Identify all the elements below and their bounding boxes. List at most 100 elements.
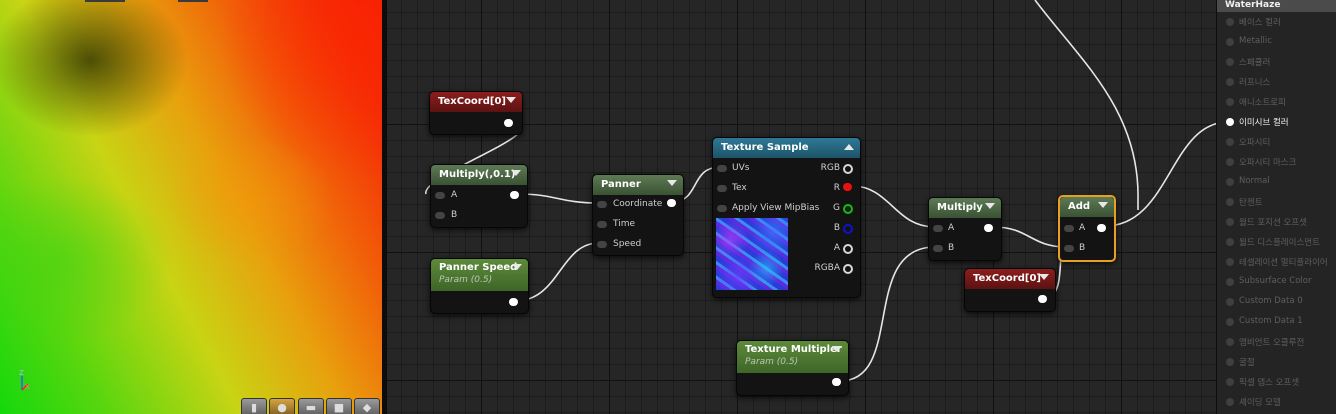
output-pin-rgba[interactable] [843,264,853,274]
material-input-label: 애니소트로피 [1239,98,1286,108]
output-pin[interactable] [832,378,841,386]
node-multiply-0-1[interactable]: Multiply(,0.1) A B [430,164,528,228]
input-pin[interactable] [1226,238,1234,246]
chevron-down-icon[interactable] [1098,202,1108,208]
chevron-down-icon[interactable] [512,264,522,270]
material-input-row[interactable]: 탄젠트 [1217,192,1336,212]
material-input-label: 셰이딩 모델 [1239,398,1281,408]
material-input-label: Metallic [1239,36,1272,46]
node-texcoord-bottom[interactable]: TexCoord[0] [964,268,1056,312]
input-pin[interactable] [1226,78,1234,86]
output-pin[interactable] [984,224,993,232]
input-pin[interactable] [1226,358,1234,366]
material-input-row[interactable]: 굴절 [1217,352,1336,372]
material-input-row[interactable]: 월드 포지션 오프셋 [1217,212,1336,232]
input-pin-a[interactable] [933,225,943,232]
input-pin[interactable] [1226,158,1234,166]
output-pin-r[interactable] [843,183,852,191]
preview-sphere-button[interactable]: ● [269,398,295,414]
input-pin[interactable] [1226,38,1234,46]
material-input-row[interactable]: 베이스 컬러 [1217,12,1336,32]
input-pin-tex[interactable] [717,185,727,192]
material-input-label: 베이스 컬러 [1239,18,1281,28]
node-panner[interactable]: Panner Coordinate Time Speed [592,174,684,256]
material-input-row[interactable]: 이미시브 컬러 [1217,112,1336,132]
input-pin-b[interactable] [1064,245,1074,252]
material-preview-viewport[interactable]: Z X ▮ ● ▬ ■ ◆ [0,0,382,414]
node-texture-sample[interactable]: Texture Sample UVs Tex Apply View MipBia… [712,137,861,298]
pin-label: Tex [732,183,747,193]
pin-label: UVs [732,163,750,173]
node-texture-multiplier[interactable]: Texture Multipler Param (0.5) [736,340,849,396]
material-input-row[interactable]: 월드 디스플레이스먼트 [1217,232,1336,252]
input-pin[interactable] [1226,178,1234,186]
output-pin-b[interactable] [843,224,853,234]
node-panner-speed[interactable]: Panner Speed Param (0.5) [430,258,529,314]
output-pin[interactable] [1038,295,1047,303]
output-pin[interactable] [667,199,676,207]
preview-custom-mesh-button[interactable]: ◆ [354,398,380,414]
material-input-row[interactable]: 테셀레이션 멀티플라이어 [1217,252,1336,272]
material-input-label: Subsurface Color [1239,276,1312,286]
input-pin[interactable] [1226,258,1234,266]
input-pin[interactable] [1226,18,1234,26]
chevron-down-icon[interactable] [511,170,521,176]
input-pin[interactable] [1226,338,1234,346]
input-pin-mipbias[interactable] [717,205,727,212]
output-pin[interactable] [1097,224,1106,232]
input-pin[interactable] [1226,378,1234,386]
output-pin[interactable] [504,119,513,127]
preview-plane-button[interactable]: ▬ [298,398,324,414]
chevron-down-icon[interactable] [667,180,677,186]
input-pin[interactable] [1226,98,1234,106]
material-result-node[interactable]: WaterHaze 베이스 컬러 Metallic 스페큘러 러프니스 애니소트로피 이미… [1216,0,1336,414]
chevron-down-icon[interactable] [506,97,516,103]
node-texcoord-top[interactable]: TexCoord[0] [429,91,523,135]
material-input-row[interactable]: Subsurface Color [1217,272,1336,292]
input-pin[interactable] [1226,398,1234,406]
input-pin-b[interactable] [435,212,445,219]
input-pin[interactable] [1226,138,1234,146]
output-pin-rgb[interactable] [843,164,853,174]
material-input-row[interactable]: 러프니스 [1217,72,1336,92]
chevron-down-icon[interactable] [1039,274,1049,280]
input-pin-coordinate[interactable] [597,201,607,208]
output-pin[interactable] [509,298,518,306]
input-pin[interactable] [1226,58,1234,66]
material-input-row[interactable]: 오파시티 [1217,132,1336,152]
input-pin[interactable] [1226,218,1234,226]
input-pin-speed[interactable] [597,241,607,248]
chevron-up-icon[interactable] [844,144,854,150]
input-pin[interactable] [1226,198,1234,206]
input-pin-uvs[interactable] [717,165,727,172]
input-pin[interactable] [1226,298,1234,306]
input-pin-a[interactable] [1064,225,1074,232]
material-input-row[interactable]: 오파시티 마스크 [1217,152,1336,172]
node-add[interactable]: Add A B [1058,195,1116,262]
input-pin[interactable] [1226,278,1234,286]
material-input-row[interactable]: Custom Data 0 [1217,292,1336,312]
input-pin-a[interactable] [435,192,445,199]
input-pin[interactable] [1226,118,1234,126]
input-pin-b[interactable] [933,245,943,252]
material-input-row[interactable]: Normal [1217,172,1336,192]
output-pin-g[interactable] [843,204,853,214]
chevron-down-icon[interactable] [832,346,842,352]
material-input-row[interactable]: Custom Data 1 [1217,312,1336,332]
preview-cube-button[interactable]: ■ [326,398,352,414]
pin-label: RGBA [814,263,840,273]
preview-cylinder-button[interactable]: ▮ [241,398,267,414]
material-input-row[interactable]: 앰비언트 오클루전 [1217,332,1336,352]
input-pin[interactable] [1226,318,1234,326]
material-input-row[interactable]: Metallic [1217,32,1336,52]
chevron-down-icon[interactable] [985,203,995,209]
node-multiply[interactable]: Multiply A B [928,197,1002,261]
material-input-row[interactable]: 스페큘러 [1217,52,1336,72]
material-input-row[interactable]: 애니소트로피 [1217,92,1336,112]
input-pin-time[interactable] [597,221,607,228]
node-title: Panner [601,179,641,190]
output-pin[interactable] [510,191,519,199]
output-pin-a[interactable] [843,244,853,254]
material-input-row[interactable]: 셰이딩 모델 [1217,392,1336,412]
material-input-row[interactable]: 픽셀 뎁스 오프셋 [1217,372,1336,392]
